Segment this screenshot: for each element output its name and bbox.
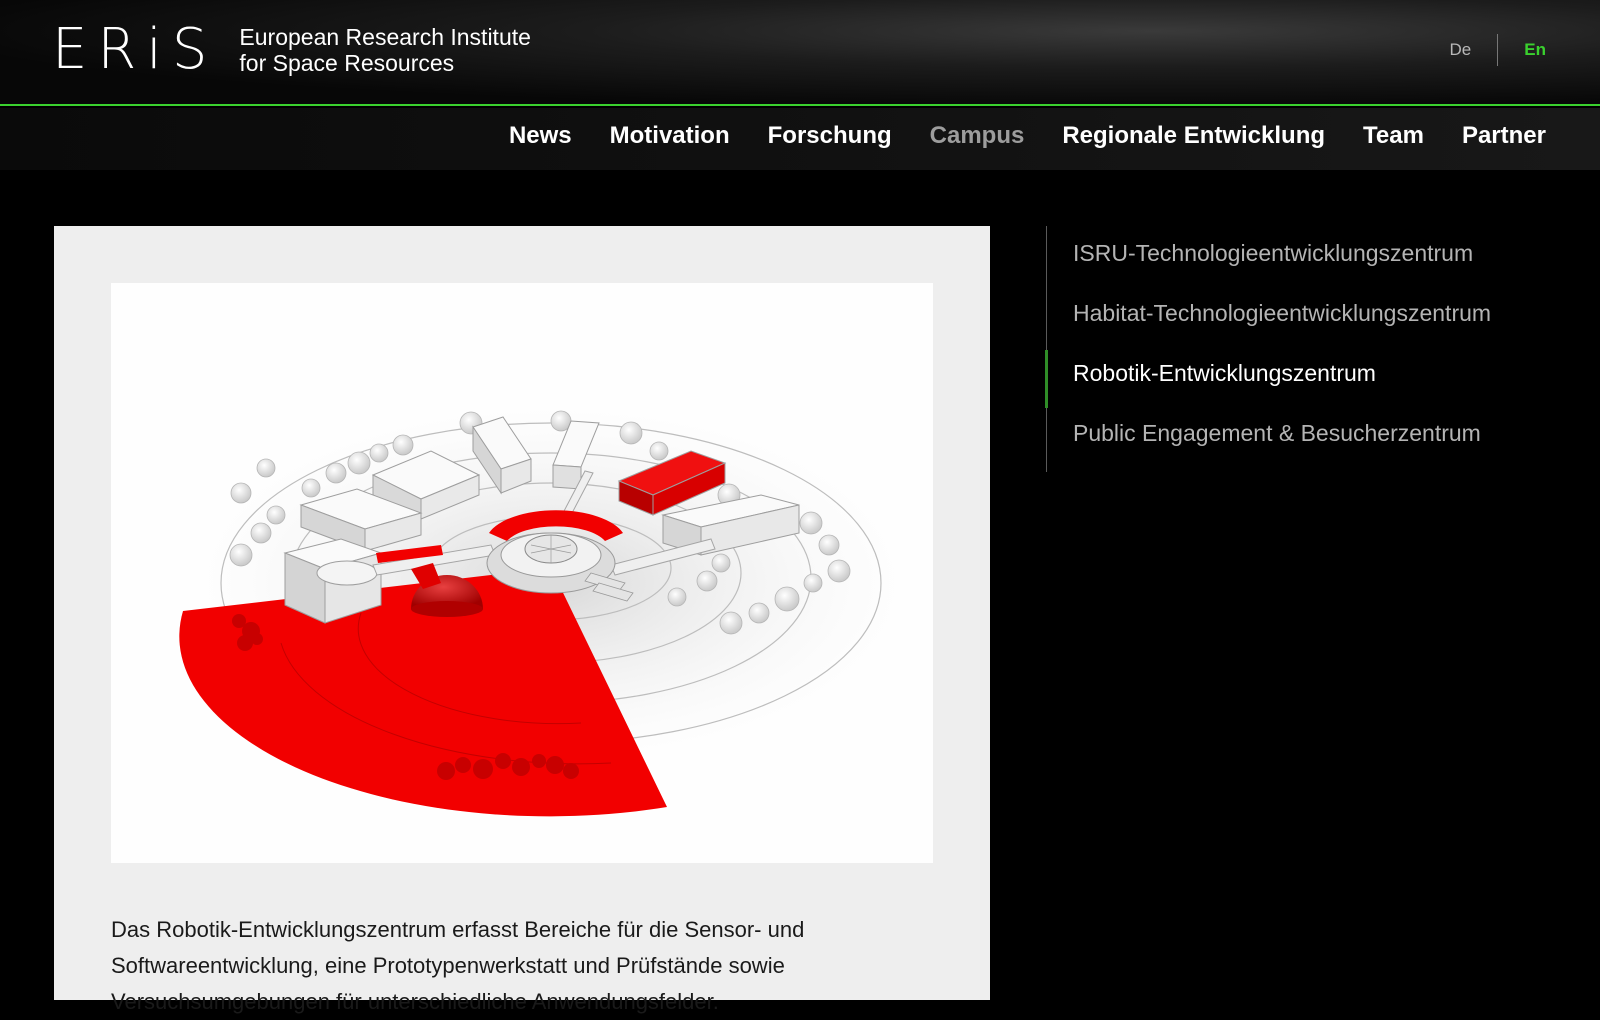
- subnav-item-public-engagement[interactable]: Public Engagement & Besucherzentrum: [1073, 420, 1481, 447]
- main-nav: News Motivation Forschung Campus Regiona…: [0, 108, 1600, 170]
- nav-item-motivation[interactable]: Motivation: [610, 122, 730, 150]
- lang-de-link[interactable]: De: [1450, 40, 1472, 60]
- lang-en-link[interactable]: En: [1524, 40, 1546, 60]
- logo-line-2: for Space Resources: [239, 50, 455, 76]
- nav-item-campus[interactable]: Campus: [930, 122, 1025, 150]
- campus-subnav: ISRU-Technologieentwicklungszentrum Habi…: [1045, 226, 1566, 472]
- subnav-item-robotik[interactable]: Robotik-Entwicklungszentrum: [1073, 360, 1376, 387]
- nav-item-regionale-entwicklung[interactable]: Regionale Entwicklung: [1062, 122, 1325, 150]
- site-logo[interactable]: ERiS European Research Institute for Spa…: [52, 22, 531, 78]
- subnav-item-isru[interactable]: ISRU-Technologieentwicklungszentrum: [1073, 240, 1473, 267]
- subnav-item-habitat[interactable]: Habitat-Technologieentwicklungszentrum: [1073, 300, 1491, 327]
- nav-item-team[interactable]: Team: [1363, 122, 1424, 150]
- content-panel: Das Robotik-Entwicklungszentrum erfasst …: [54, 226, 990, 1014]
- campus-model-image: [111, 283, 933, 863]
- language-switcher: De En: [1450, 34, 1546, 66]
- site-header: ERiS European Research Institute for Spa…: [0, 0, 1600, 106]
- active-indicator: [1045, 350, 1048, 408]
- logo-line-1: European Research Institute: [239, 24, 531, 50]
- image-caption: Das Robotik-Entwicklungszentrum erfasst …: [111, 917, 805, 1014]
- logo-text: European Research Institute for Space Re…: [239, 24, 531, 76]
- nav-item-news[interactable]: News: [509, 122, 572, 150]
- logo-mark: ERiS: [52, 17, 218, 82]
- nav-item-forschung[interactable]: Forschung: [768, 122, 892, 150]
- lang-divider: [1497, 34, 1499, 66]
- nav-item-partner[interactable]: Partner: [1462, 122, 1546, 150]
